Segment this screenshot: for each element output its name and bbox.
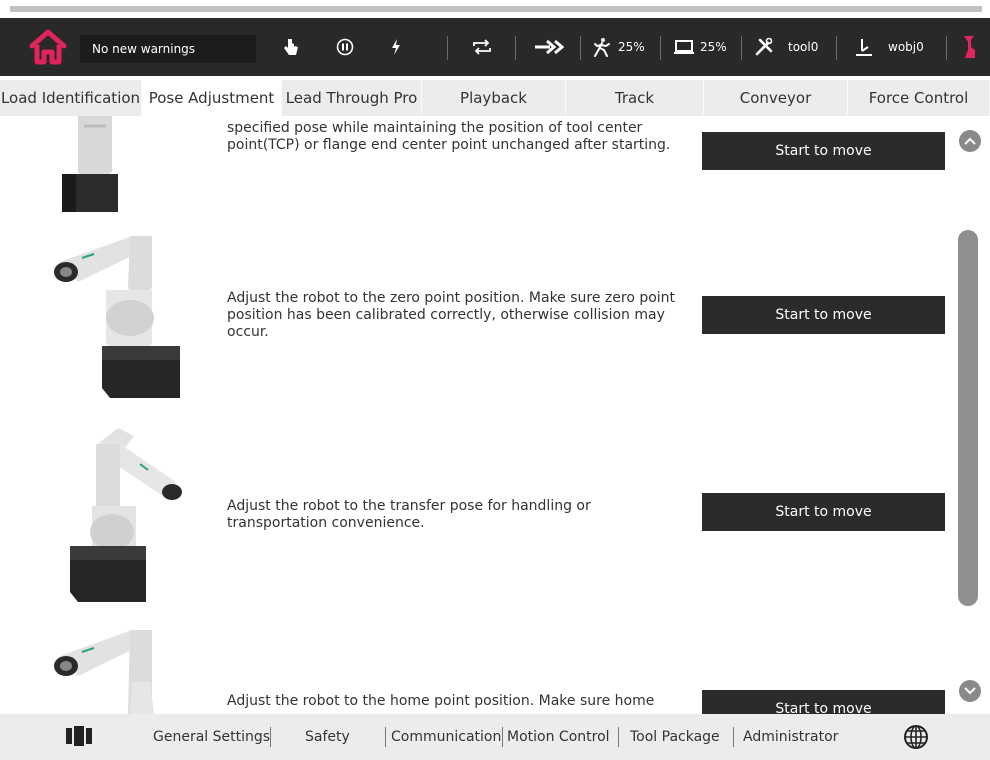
nav-communication[interactable]: Communication (391, 714, 501, 760)
screen-speed-value: 25% (700, 40, 727, 54)
separator (502, 727, 503, 747)
warning-message[interactable]: No new warnings (80, 35, 256, 63)
separator (660, 36, 661, 60)
scroll-down-button[interactable] (959, 680, 981, 702)
pose-list: specified pose while maintaining the pos… (0, 116, 990, 714)
list-item: Adjust the robot to the home point posit… (0, 622, 960, 714)
top-strip (10, 6, 982, 12)
tool-name[interactable]: tool0 (788, 32, 818, 62)
tab-playback[interactable]: Playback (422, 80, 566, 116)
chevron-up-icon (964, 137, 976, 145)
list-item: Adjust the robot to the zero point posit… (0, 228, 960, 408)
list-item: Adjust the robot to the transfer pose fo… (0, 422, 960, 612)
nav-administrator[interactable]: Administrator (743, 714, 838, 760)
pose-description: Adjust the robot to the zero point posit… (227, 290, 676, 340)
tab-load-identification[interactable]: Load Identification (0, 80, 142, 116)
run-speed-value: 25% (618, 40, 645, 54)
home-button[interactable] (28, 28, 68, 66)
workobject-icon[interactable] (852, 32, 876, 62)
pose-description: specified pose while maintaining the pos… (227, 120, 671, 153)
robot-zero-point-image (54, 236, 180, 398)
home-icon (29, 29, 67, 65)
robot-home-point-image (54, 630, 154, 714)
pause-icon[interactable] (333, 32, 357, 62)
panels-icon[interactable] (66, 726, 94, 748)
power-bolt-icon[interactable] (384, 32, 408, 62)
scroll-up-button[interactable] (959, 130, 981, 152)
step-forward-icon[interactable] (532, 32, 568, 62)
separator (836, 36, 837, 60)
separator (447, 36, 448, 60)
tab-force-control[interactable]: Force Control (848, 80, 990, 116)
tab-track[interactable]: Track (566, 80, 704, 116)
monitor-speed-icon[interactable] (672, 32, 696, 62)
workobject-name[interactable]: wobj0 (888, 32, 924, 62)
separator (270, 727, 271, 747)
robot-status-icon[interactable] (958, 32, 980, 62)
start-to-move-button[interactable]: Start to move (702, 690, 945, 714)
separator (618, 727, 619, 747)
list-item: specified pose while maintaining the pos… (0, 116, 960, 216)
separator (385, 727, 386, 747)
robot-flange-pose-image (62, 116, 118, 212)
nav-motion-control[interactable]: Motion Control (507, 714, 610, 760)
tab-lead-through-pro[interactable]: Lead Through Pro (282, 80, 422, 116)
nav-general-settings[interactable]: General Settings (153, 714, 270, 760)
start-to-move-button[interactable]: Start to move (702, 493, 945, 531)
nav-tool-package[interactable]: Tool Package (630, 714, 720, 760)
tab-bar: Load Identification Pose Adjustment Lead… (0, 80, 990, 116)
scrollbar-thumb[interactable] (958, 230, 978, 606)
tools-icon[interactable] (752, 32, 776, 62)
walking-speed-icon[interactable] (590, 32, 614, 62)
cycle-icon[interactable] (468, 32, 496, 62)
tab-pose-adjustment[interactable]: Pose Adjustment (142, 80, 282, 116)
chevron-down-icon (964, 687, 976, 695)
start-to-move-button[interactable]: Start to move (702, 132, 945, 170)
separator (741, 36, 742, 60)
separator (946, 36, 947, 60)
nav-safety[interactable]: Safety (305, 714, 350, 760)
pose-description: Adjust the robot to the home point posit… (227, 693, 655, 709)
tab-conveyor[interactable]: Conveyor (704, 80, 848, 116)
separator (515, 36, 516, 60)
pose-description: Adjust the robot to the transfer pose fo… (227, 498, 591, 531)
status-bar: No new warnings 25% 25% tool0 wobj0 (0, 18, 990, 76)
globe-icon[interactable] (903, 724, 929, 750)
separator (733, 727, 734, 747)
start-to-move-button[interactable]: Start to move (702, 296, 945, 334)
bottom-nav: General Settings Safety Communication Mo… (0, 714, 990, 760)
robot-transfer-pose-image (70, 428, 182, 602)
separator (580, 36, 581, 60)
manual-mode-icon[interactable] (278, 32, 302, 62)
